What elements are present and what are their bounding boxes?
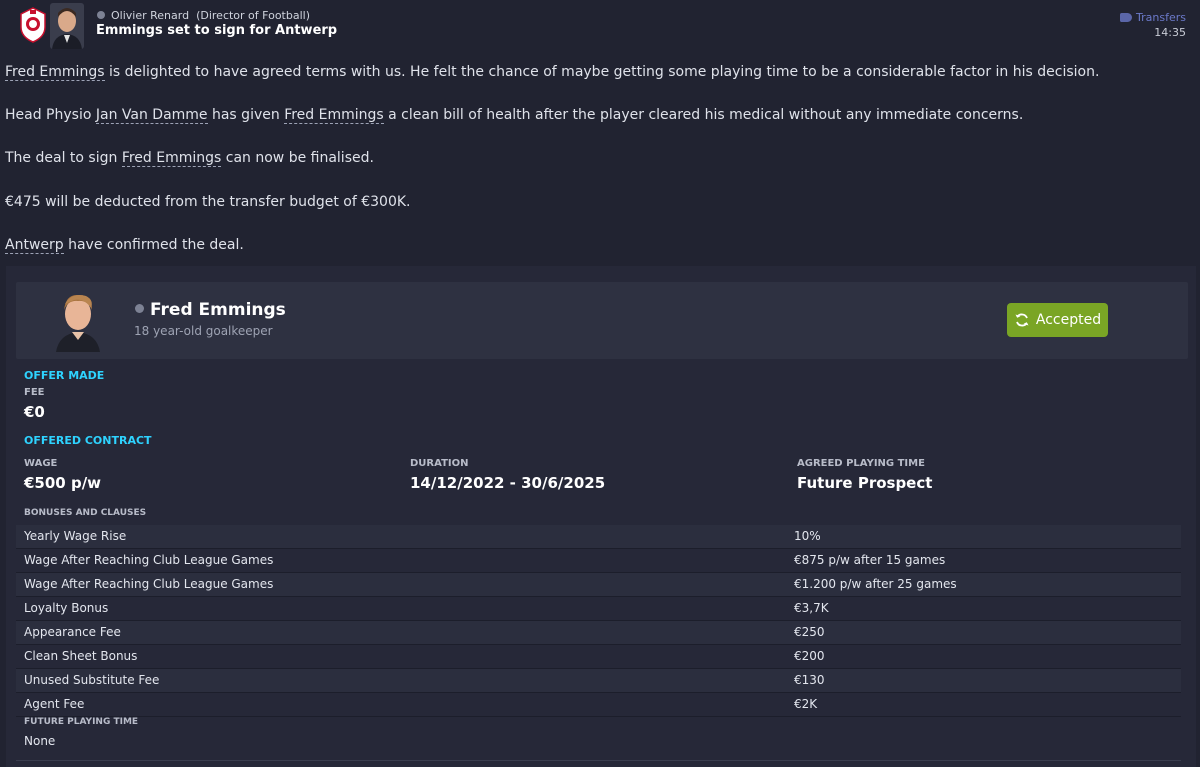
clause-name: Wage After Reaching Club League Games [24, 577, 274, 591]
sender-line: Olivier Renard (Director of Football) [97, 9, 310, 22]
clause-row: Appearance Fee €250 [16, 621, 1181, 645]
accepted-status-button[interactable]: Accepted [1007, 303, 1108, 337]
sender-name[interactable]: Olivier Renard [111, 9, 189, 22]
clause-row: Clean Sheet Bonus €200 [16, 645, 1181, 669]
paragraph-text: can now be finalised. [221, 150, 374, 166]
message-time: 14:35 [1154, 26, 1186, 39]
clauses-label: BONUSES AND CLAUSES [24, 508, 147, 518]
accepted-label: Accepted [1035, 312, 1102, 328]
player-link[interactable]: Fred Emmings [121, 150, 222, 167]
duration-value: 14/12/2022 - 30/6/2025 [410, 474, 606, 492]
clause-row: Agent Fee €2K [16, 693, 1181, 717]
fee-label: FEE [24, 387, 45, 398]
player-link[interactable]: Fred Emmings [284, 107, 384, 124]
clause-value: €875 p/w after 15 games [794, 553, 946, 567]
clause-name: Appearance Fee [24, 625, 121, 639]
clause-row: Wage After Reaching Club League Games €8… [16, 549, 1181, 573]
message-header: Olivier Renard (Director of Football) Em… [0, 0, 1200, 52]
clause-row: Yearly Wage Rise 10% [16, 525, 1181, 549]
clause-value: €1.200 p/w after 25 games [794, 577, 957, 591]
message-paragraph-1: Fred Emmings is delighted to have agreed… [5, 64, 1100, 81]
clause-name: Agent Fee [24, 697, 85, 711]
clause-name: Unused Substitute Fee [24, 673, 160, 687]
club-crest-icon[interactable] [20, 7, 46, 43]
future-playing-time-label: FUTURE PLAYING TIME [24, 717, 139, 727]
sender-role: (Director of Football) [196, 9, 310, 22]
wage-value: €500 p/w [24, 474, 102, 492]
clause-name: Loyalty Bonus [24, 601, 109, 615]
message-paragraph-4: €475 will be deducted from the transfer … [5, 194, 410, 210]
refresh-icon [1015, 313, 1029, 327]
clause-value: €3,7K [794, 601, 829, 615]
clause-row: Unused Substitute Fee €130 [16, 669, 1181, 693]
sender-face-icon [50, 3, 84, 49]
online-status-icon [97, 11, 105, 19]
clause-name: Yearly Wage Rise [24, 529, 127, 543]
clauses-table: Yearly Wage Rise 10% Wage After Reaching… [16, 525, 1181, 717]
paragraph-text: is delighted to have agreed terms with u… [104, 64, 1100, 80]
category-tag[interactable]: Transfers [1120, 11, 1186, 24]
message-paragraph-3: The deal to sign Fred Emmings can now be… [5, 150, 374, 167]
clause-value: €2K [794, 697, 818, 711]
clause-value: €250 [794, 625, 825, 639]
clause-value: €130 [794, 673, 825, 687]
clause-value: €200 [794, 649, 825, 663]
paragraph-text: Head Physio [5, 107, 96, 123]
paragraph-text: have confirmed the deal. [63, 237, 244, 253]
paragraph-text: has given [207, 107, 285, 123]
clause-row: Wage After Reaching Club League Games €1… [16, 573, 1181, 597]
clause-value: 10% [794, 529, 821, 543]
paragraph-text: The deal to sign [5, 150, 122, 166]
clause-row: Loyalty Bonus €3,7K [16, 597, 1181, 621]
clause-name: Wage After Reaching Club League Games [24, 553, 274, 567]
fee-value: €0 [24, 403, 45, 421]
duration-label: DURATION [410, 458, 469, 469]
divider [16, 760, 1181, 761]
online-status-icon [135, 303, 144, 313]
clause-name: Clean Sheet Bonus [24, 649, 138, 663]
message-paragraph-2: Head Physio Jan Van Damme has given Fred… [5, 107, 1024, 124]
sender-avatar[interactable] [50, 3, 84, 49]
paragraph-text: a clean bill of health after the player … [383, 107, 1024, 123]
offer-section-title: OFFER MADE [24, 369, 105, 382]
category-label: Transfers [1136, 11, 1186, 24]
playing-time-value: Future Prospect [797, 474, 933, 492]
playing-time-label: AGREED PLAYING TIME [797, 458, 925, 469]
player-link[interactable]: Fred Emmings [5, 64, 105, 81]
message-subject: Emmings set to sign for Antwerp [96, 23, 338, 38]
tag-icon [1120, 12, 1133, 22]
future-playing-time-value: None [24, 734, 56, 748]
contract-section-title: OFFERED CONTRACT [24, 434, 152, 447]
player-description: 18 year-old goalkeeper [134, 324, 273, 338]
player-photo[interactable] [52, 288, 104, 352]
club-link[interactable]: Antwerp [5, 237, 64, 254]
paragraph-text: €475 will be deducted from the transfer … [5, 194, 411, 210]
message-paragraph-5: Antwerp have confirmed the deal. [5, 237, 244, 254]
player-name-text[interactable]: Fred Emmings [150, 300, 286, 320]
staff-link[interactable]: Jan Van Damme [95, 107, 208, 124]
wage-label: WAGE [24, 458, 58, 469]
player-name[interactable]: Fred Emmings [135, 300, 286, 320]
